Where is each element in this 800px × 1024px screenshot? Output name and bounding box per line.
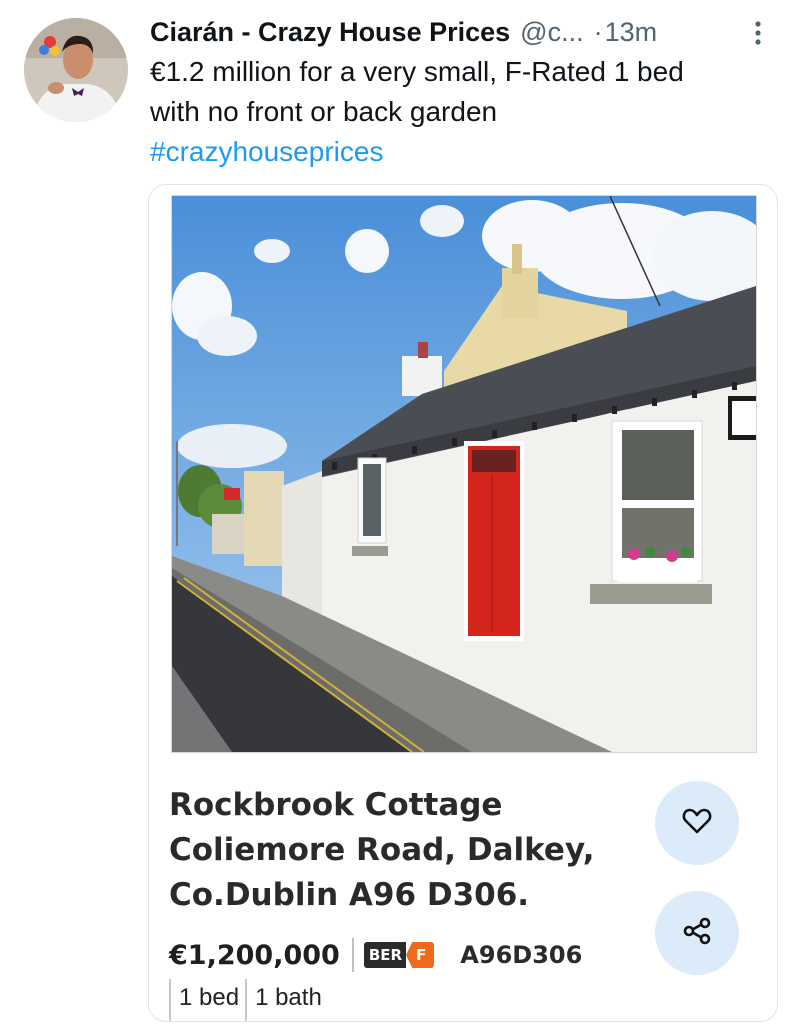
favourite-button[interactable] (655, 781, 739, 865)
eircode: A96D306 (460, 941, 583, 969)
ber-rating-badge: BER F (363, 942, 435, 968)
listing-card[interactable]: Rockbrook Cottage Coliemore Road, Dalkey… (148, 184, 778, 1022)
tweet-text-line: with no front or back garden (150, 96, 498, 127)
ber-rating: F (406, 942, 435, 968)
listing-title-line: Rockbrook Cottage (169, 787, 503, 823)
divider (351, 938, 354, 972)
listing-title[interactable]: Rockbrook Cottage Coliemore Road, Dalkey… (169, 783, 639, 918)
heart-icon (682, 807, 712, 840)
author-name[interactable]: Ciarán - Crazy House Prices (150, 17, 510, 48)
separator-dot: · (593, 16, 603, 47)
tweet-timestamp[interactable]: 13m (605, 17, 658, 48)
price-row: €1,200,000 BER F A96D306 (169, 933, 759, 977)
ber-label: BER (363, 942, 407, 968)
author-handle[interactable]: @c... (520, 17, 583, 48)
tweet-text: €1.2 million for a very small, F-Rated 1… (150, 52, 770, 172)
bathrooms-count: 1 bath (245, 979, 328, 1021)
avatar[interactable] (24, 18, 128, 122)
listing-title-line: Co.Dublin A96 D306. (169, 877, 530, 913)
bedrooms-count: 1 bed (169, 979, 245, 1021)
listing-photo[interactable] (171, 195, 757, 753)
property-facts: 1 bed 1 bath (169, 979, 328, 1021)
more-vertical-icon[interactable] (748, 18, 768, 48)
listing-price: €1,200,000 (169, 939, 340, 971)
tweet-text-line: €1.2 million for a very small, F-Rated 1… (150, 56, 684, 87)
hashtag-link[interactable]: #crazyhouseprices (150, 132, 770, 172)
listing-title-line: Coliemore Road, Dalkey, (169, 832, 595, 868)
tweet-header: Ciarán - Crazy House Prices @c... · 13m (150, 12, 780, 52)
